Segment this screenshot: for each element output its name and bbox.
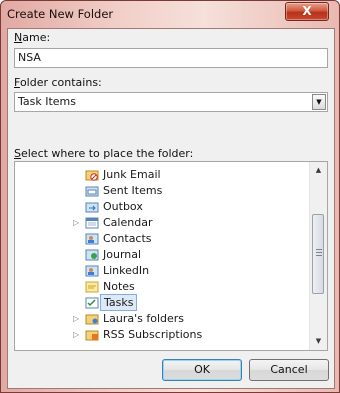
folder-tree-item-label: Contacts <box>103 232 152 245</box>
folder-tree-item[interactable]: Outbox <box>15 199 311 215</box>
location-label-text: elect where to place the folder: <box>20 147 194 160</box>
folder-tree-item-label: LinkedIn <box>103 264 150 277</box>
folder-tree-item-label: Sent Items <box>103 184 163 197</box>
tasks-folder-icon <box>85 297 99 309</box>
journal-folder-icon <box>85 249 99 261</box>
dialog-title: Create New Folder <box>7 7 114 21</box>
shared-folder-icon <box>85 314 99 325</box>
title-bar[interactable]: Create New Folder X <box>1 1 339 27</box>
rss-folder-icon <box>85 330 99 341</box>
folder-tree-item[interactable]: Contacts <box>15 231 311 247</box>
folder-tree-item[interactable]: ▷ Calendar <box>15 215 311 231</box>
scroll-grip-icon <box>316 249 322 256</box>
expand-arrow-icon[interactable]: ▷ <box>73 311 83 327</box>
sent-items-folder-icon <box>85 186 99 197</box>
folder-contains-label: Folder contains: <box>14 76 102 89</box>
folder-tree-item[interactable]: Junk Email <box>15 167 311 183</box>
folder-contains-text: older contains: <box>19 76 102 89</box>
junk-email-folder-icon <box>85 170 99 181</box>
folder-tree-item[interactable]: Tasks <box>15 294 311 311</box>
name-label-text: ame: <box>22 31 51 44</box>
scroll-up-icon[interactable]: ▲ <box>310 162 327 179</box>
folder-tree-item-label: Calendar <box>103 216 153 229</box>
scroll-down-icon[interactable]: ▼ <box>310 333 327 350</box>
folder-tree-item[interactable]: LinkedIn <box>15 263 311 279</box>
folder-tree-item[interactable]: ▷ Laura's folders <box>15 311 311 327</box>
folder-tree-item-label: RSS Subscriptions <box>103 328 203 341</box>
scroll-thumb[interactable] <box>312 214 324 294</box>
ok-button[interactable]: OK <box>162 359 242 381</box>
outbox-folder-icon <box>85 202 99 213</box>
folder-tree-item-label: Notes <box>103 280 135 293</box>
location-mnemonic: S <box>14 147 21 160</box>
dialog-body: Name: NSA Folder contains: Task Items ▼ … <box>7 28 335 389</box>
tree-scrollbar[interactable]: ▲ ▼ <box>309 162 327 350</box>
create-new-folder-dialog: Create New Folder X Name: NSA Folder con… <box>0 0 340 393</box>
name-input-value: NSA <box>18 51 41 64</box>
close-button[interactable]: X <box>285 2 329 21</box>
folder-contains-select[interactable]: Task Items ▼ <box>14 92 328 112</box>
name-input[interactable]: NSA <box>14 48 328 68</box>
folder-tree-item-label: Junk Email <box>103 168 161 181</box>
location-label: Select where to place the folder: <box>14 147 193 160</box>
cancel-button[interactable]: Cancel <box>249 359 329 381</box>
folder-tree[interactable]: Junk Email Sent Items Outbox ▷ Calendar Conta… <box>14 161 328 351</box>
folder-tree-item-label: Outbox <box>103 200 143 213</box>
calendar-folder-icon <box>85 217 99 229</box>
folder-tree-item[interactable]: Notes <box>15 279 311 295</box>
folder-tree-item[interactable]: ▷ RSS Subscriptions <box>15 327 311 343</box>
dropdown-arrow-icon[interactable]: ▼ <box>312 94 326 110</box>
contacts-folder-icon <box>85 233 99 245</box>
notes-folder-icon <box>85 281 99 293</box>
folder-tree-item[interactable]: Journal <box>15 247 311 263</box>
contacts-folder-icon <box>85 265 99 277</box>
name-label: Name: <box>14 31 50 44</box>
folder-tree-item-label: Laura's folders <box>103 312 185 325</box>
name-label-mnemonic: N <box>14 31 23 44</box>
expand-arrow-icon[interactable]: ▷ <box>73 215 83 231</box>
folder-tree-item[interactable]: Sent Items <box>15 183 311 199</box>
folder-contains-value: Task Items <box>18 95 77 108</box>
folder-tree-item-label: Journal <box>103 248 142 261</box>
folder-tree-item-label: Tasks <box>100 294 138 311</box>
expand-arrow-icon[interactable]: ▷ <box>73 327 83 343</box>
